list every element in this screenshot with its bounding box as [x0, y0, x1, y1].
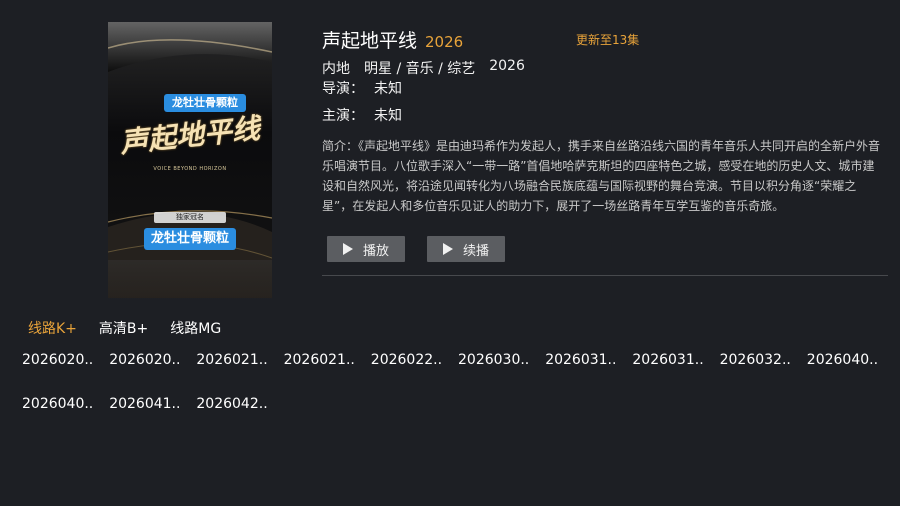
- poster-bottom-label: 龙牡壮骨颗粒: [150, 231, 229, 246]
- actor-value: 未知: [374, 108, 402, 124]
- route-tab[interactable]: 高清B+: [99, 318, 148, 338]
- episode-item[interactable]: 2026041..: [109, 396, 193, 418]
- play-icon: [342, 243, 353, 255]
- update-status: 更新至13集: [576, 33, 640, 47]
- release-year: 2026: [489, 58, 525, 74]
- episode-item[interactable]: 2026031..: [545, 352, 629, 374]
- play-button-label: 播放: [362, 243, 389, 259]
- show-title: 声起地平线: [322, 30, 418, 52]
- episode-item[interactable]: 2026020..: [22, 352, 106, 374]
- director-row: 导演： 未知: [322, 78, 402, 98]
- episode-item[interactable]: 2026020..: [109, 352, 193, 374]
- genre: 明星 / 音乐 / 综艺: [364, 61, 476, 77]
- actor-label: 主演：: [322, 108, 364, 124]
- episode-item[interactable]: 2026042..: [196, 396, 280, 418]
- episode-item[interactable]: 2026022..: [371, 352, 455, 374]
- actor-row: 主演： 未知: [322, 105, 402, 125]
- meta-row: 内地 明星 / 音乐 / 综艺 2026: [322, 58, 525, 78]
- poster-reflection: [108, 260, 272, 300]
- play-button[interactable]: 播放: [327, 236, 405, 262]
- route-tab[interactable]: 线路K+: [28, 318, 77, 338]
- episode-item[interactable]: 2026030..: [458, 352, 542, 374]
- route-tab[interactable]: 线路MG: [170, 318, 221, 338]
- description: 简介：《声起地平线》是由迪玛希作为发起人，携手来自丝路沿线六国的青年音乐人共同开…: [322, 139, 881, 213]
- episode-item[interactable]: 2026040..: [807, 352, 891, 374]
- divider: [322, 275, 888, 276]
- episode-item[interactable]: 2026021..: [284, 352, 368, 374]
- poster-image: 龙牡壮骨颗粒 声起地平线 VOICE BEYOND HORIZON 独家冠名 龙…: [108, 22, 272, 298]
- region: 内地: [322, 61, 350, 77]
- poster-sponsor-label: 独家冠名: [176, 213, 204, 221]
- play-icon: [442, 243, 453, 255]
- resume-button-label: 续播: [462, 243, 489, 259]
- title-row: 声起地平线 2026: [322, 26, 463, 52]
- episode-item[interactable]: 2026032..: [720, 352, 804, 374]
- show-year: 2026: [425, 33, 464, 51]
- episode-item[interactable]: 2026040..: [22, 396, 106, 418]
- episode-item[interactable]: 2026021..: [196, 352, 280, 374]
- director-value: 未知: [374, 81, 402, 97]
- episode-item[interactable]: 2026031..: [632, 352, 716, 374]
- resume-button[interactable]: 续播: [427, 236, 505, 262]
- route-tabs: 线路K+ 高清B+ 线路MG: [28, 318, 243, 338]
- poster-english-subtitle: VOICE BEYOND HORIZON: [153, 166, 227, 172]
- director-label: 导演：: [322, 81, 364, 97]
